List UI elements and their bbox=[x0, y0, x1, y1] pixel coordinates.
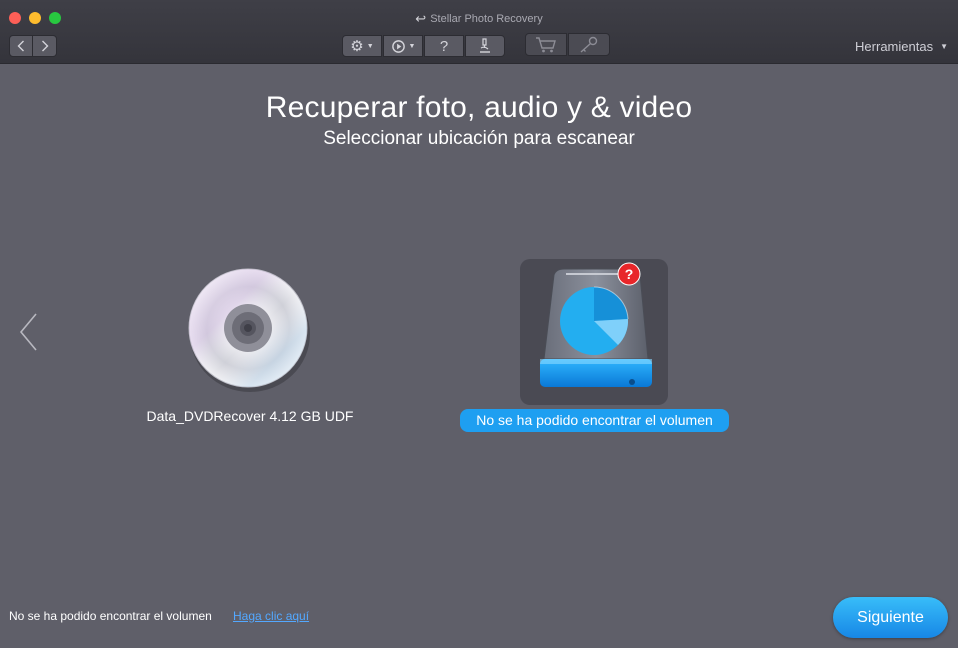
cart-icon bbox=[536, 36, 556, 52]
question-badge-icon: ? bbox=[617, 262, 641, 286]
status-text: No se ha podido encontrar el volumen bbox=[9, 609, 212, 623]
tools-menu[interactable]: Herramientas ▼ bbox=[855, 39, 948, 54]
back-button[interactable] bbox=[9, 35, 33, 57]
dvd-icon bbox=[188, 268, 310, 392]
page-heading: Recuperar foto, audio y & video Seleccio… bbox=[0, 90, 958, 150]
key-icon bbox=[580, 36, 598, 53]
resume-recovery-button[interactable]: ▼ bbox=[383, 35, 423, 57]
previous-page-arrow-icon[interactable] bbox=[18, 312, 40, 352]
undo-arrow-icon: ↩ bbox=[415, 11, 427, 26]
drive-item-label: No se ha podido encontrar el volumen bbox=[460, 409, 729, 432]
window-title-text: Stellar Photo Recovery bbox=[430, 13, 543, 25]
tools-menu-label: Herramientas bbox=[855, 39, 934, 54]
settings-button[interactable]: ⚙ ▼ bbox=[342, 35, 382, 57]
window-title: ↩ Stellar Photo Recovery bbox=[0, 11, 958, 27]
chevron-right-icon bbox=[41, 40, 48, 52]
dropdown-caret-icon: ▼ bbox=[408, 42, 416, 50]
buy-button[interactable] bbox=[525, 33, 567, 56]
title-bar: ↩ Stellar Photo Recovery ⚙ ▼ ▼ ? Herrami… bbox=[0, 0, 958, 64]
microscope-icon bbox=[480, 38, 490, 53]
drive-item-label: Data_DVDRecover 4.12 GB UDF bbox=[146, 408, 354, 424]
dropdown-caret-icon: ▼ bbox=[366, 42, 374, 50]
navigation-buttons bbox=[9, 35, 57, 57]
page-title: Recuperar foto, audio y & video bbox=[265, 91, 693, 124]
chevron-left-icon bbox=[17, 40, 24, 52]
main-toolbar: ⚙ ▼ ▼ ? bbox=[342, 35, 505, 57]
forward-button[interactable] bbox=[33, 35, 57, 57]
help-icon: ? bbox=[439, 37, 449, 55]
help-link[interactable]: Haga clic aquí bbox=[233, 609, 309, 623]
scan-engine-button[interactable] bbox=[465, 35, 505, 57]
drive-item-dvd[interactable]: Data_DVDRecover 4.12 GB UDF bbox=[140, 268, 360, 424]
next-button[interactable]: Siguiente bbox=[833, 597, 948, 638]
history-icon bbox=[391, 39, 405, 53]
dropdown-caret-icon: ▼ bbox=[940, 42, 948, 51]
gear-icon: ⚙ bbox=[350, 38, 364, 55]
store-toolbar bbox=[525, 33, 610, 56]
help-button[interactable]: ? bbox=[424, 35, 464, 57]
svg-text:?: ? bbox=[625, 266, 634, 282]
page-subtitle: Seleccionar ubicación para escanear bbox=[323, 128, 635, 149]
activation-button[interactable] bbox=[568, 33, 610, 56]
